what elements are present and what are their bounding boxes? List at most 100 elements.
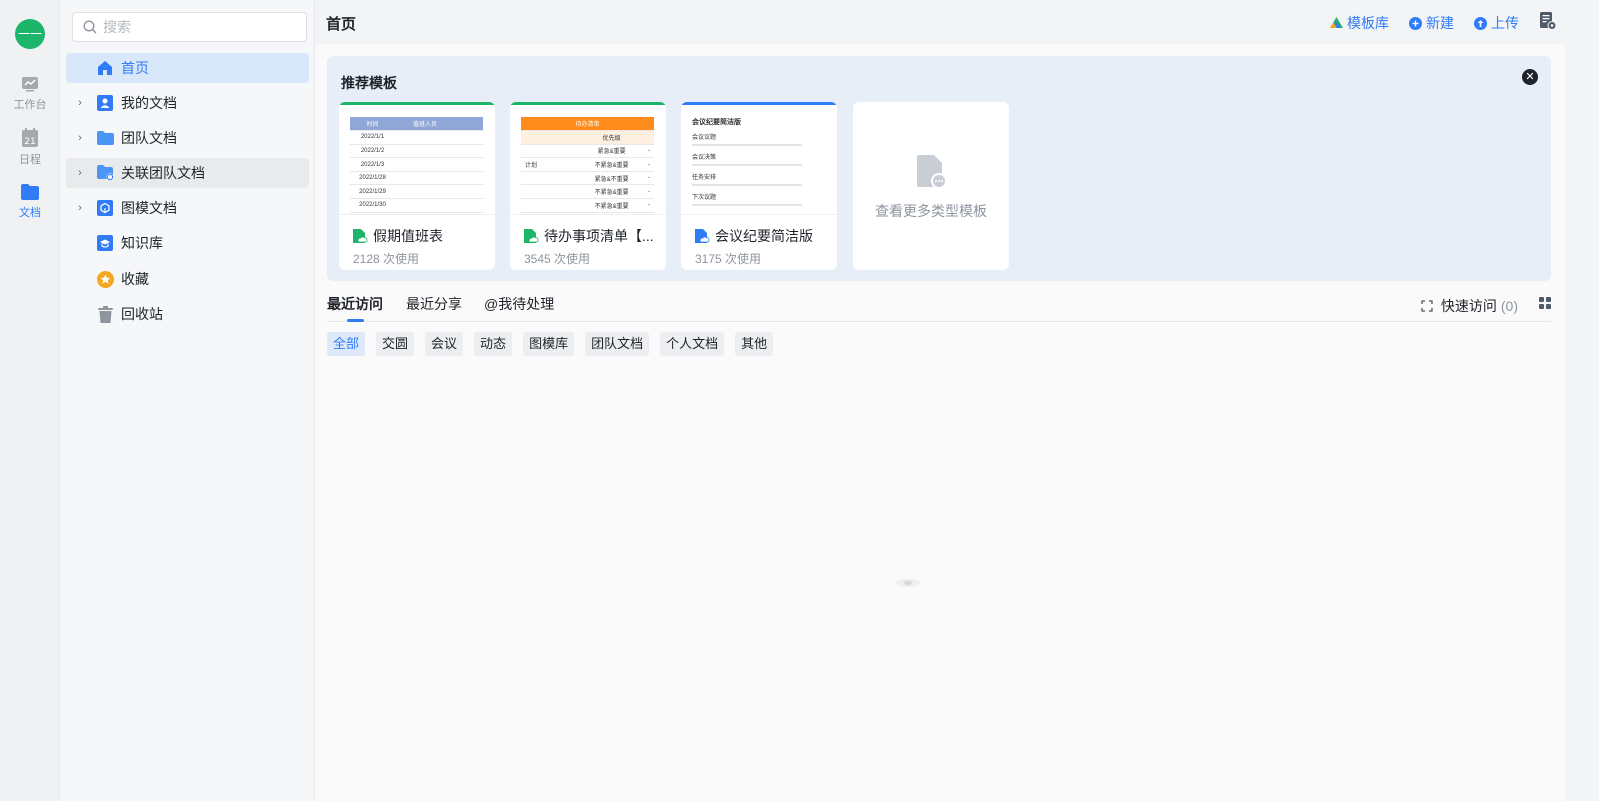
loading-spinner-icon (896, 579, 920, 587)
template-name: 会议纪要简洁版 (715, 228, 813, 244)
more-templates-card[interactable]: 查看更多类型模板 (853, 102, 1009, 270)
nav-item-favorites[interactable]: 收藏 (66, 264, 309, 294)
template-library-button[interactable]: 模板库 (1330, 13, 1389, 33)
nav-item-label: 关联团队文档 (121, 165, 205, 181)
quick-access-button[interactable]: 快速访问 (0) (1421, 296, 1518, 316)
recent-tabs: 最近访问 最近分享 @我待处理 快速访问 (0) (327, 294, 1551, 322)
rail-item-docs[interactable]: 文档 (0, 183, 60, 220)
filter-chip-model-lib[interactable]: 图模库 (523, 332, 575, 356)
workbench-icon (22, 77, 38, 92)
upload-button[interactable]: 上传 (1474, 13, 1519, 33)
search-box[interactable] (72, 12, 307, 42)
nav-item-label: 我的文档 (121, 95, 177, 111)
tab-recent-visits[interactable]: 最近访问 (327, 294, 383, 314)
filter-chip-meeting[interactable]: 会议 (425, 332, 464, 356)
folder-icon (21, 184, 39, 200)
expand-icon (1421, 300, 1433, 312)
quick-access-count: (0) (1500, 298, 1518, 314)
file-more-icon (917, 155, 947, 189)
template-preview: 会议纪要简洁版 会议议题 会议决策 任务安排 下次议题 (681, 105, 837, 215)
filter-chip-other[interactable]: 其他 (735, 332, 774, 356)
meeting-minutes-preview: 会议纪要简洁版 会议议题 会议决策 任务安排 下次议题 (692, 117, 828, 212)
star-icon (96, 270, 114, 288)
new-label: 新建 (1426, 15, 1454, 31)
upload-icon (1474, 16, 1487, 30)
avatar[interactable]: 一一 (15, 19, 45, 49)
left-rail: 一一 工作台 21 日程 文档 (0, 0, 60, 801)
new-button[interactable]: 新建 (1409, 13, 1454, 33)
calendar-day: 21 (24, 137, 35, 147)
filter-chip[interactable]: 交圆 (376, 332, 415, 356)
recommended-templates-panel: 推荐模板 ✕ 时间 值班人员 2022/1/1 2022/1/2 2022/1/… (327, 56, 1551, 281)
template-library-label: 模板库 (1347, 15, 1389, 31)
trash-icon (97, 305, 113, 323)
top-header: 首页 模板库 新建 上传 (315, 0, 1599, 44)
template-preview: 时间 值班人员 2022/1/1 2022/1/2 2022/1/3 2022/… (339, 105, 495, 215)
template-use-count: 2128 次使用 (353, 252, 420, 266)
nav-item-label: 知识库 (121, 235, 163, 251)
duty-roster-preview-table: 时间 值班人员 2022/1/1 2022/1/2 2022/1/3 2022/… (350, 117, 483, 213)
more-templates-label: 查看更多类型模板 (875, 203, 987, 219)
nav-item-team-docs[interactable]: › 团队文档 (66, 123, 309, 153)
home-icon (98, 61, 112, 75)
doc-nav-panel: 首页 › 我的文档 › 团队文档 › 关联团队文档 › 图模文档 知识库 收藏 … (60, 0, 315, 801)
template-use-count: 3175 次使用 (695, 252, 762, 266)
nav-item-home[interactable]: 首页 (66, 53, 309, 83)
upload-label: 上传 (1491, 15, 1519, 31)
nav-item-linked-team-docs[interactable]: › 关联团队文档 (66, 158, 309, 188)
page-title: 首页 (326, 16, 357, 33)
filter-chip-personal-docs[interactable]: 个人文档 (660, 332, 725, 356)
filter-chip-all[interactable]: 全部 (327, 332, 366, 356)
model-docs-icon (97, 200, 113, 216)
nav-item-label: 首页 (121, 60, 149, 76)
chevron-right-icon[interactable]: › (72, 202, 88, 214)
template-name: 假期值班表 (373, 228, 443, 244)
nav-item-trash[interactable]: 回收站 (66, 299, 309, 329)
chevron-right-icon[interactable]: › (72, 97, 88, 109)
plus-icon (1409, 16, 1422, 30)
filter-chips: 全部 交圆 会议 动态 图模库 团队文档 个人文档 其他 (327, 332, 784, 356)
chevron-right-icon[interactable]: › (72, 132, 88, 144)
nav-item-my-docs[interactable]: › 我的文档 (66, 88, 309, 118)
grid-view-icon[interactable] (1539, 297, 1551, 309)
quick-access-label: 快速访问 (1440, 298, 1497, 314)
rail-item-label: 文档 (19, 207, 41, 219)
recommended-templates-title: 推荐模板 (341, 75, 397, 91)
todo-preview-table: 待办清单 优先级 紧急&重要 - 计划 不紧急&重要 - 紧急&不重要 - 不紧急&重要… (521, 117, 654, 213)
close-icon[interactable]: ✕ (1522, 69, 1538, 85)
doc-settings-button[interactable] (1540, 12, 1560, 30)
nav-item-label: 团队文档 (121, 130, 177, 146)
folder-icon (96, 131, 114, 145)
sheet-cloud-icon (353, 229, 368, 243)
vertical-scrollbar[interactable] (1565, 44, 1599, 801)
tab-pending-mentions[interactable]: @我待处理 (484, 294, 554, 314)
chevron-right-icon[interactable]: › (72, 167, 88, 179)
filter-chip-team-docs[interactable]: 团队文档 (585, 332, 650, 356)
template-card-meeting-minutes[interactable]: 会议纪要简洁版 会议议题 会议决策 任务安排 下次议题 会议纪要简洁版 3175… (681, 102, 837, 270)
nav-item-label: 回收站 (121, 306, 163, 322)
template-card-todo-list[interactable]: 待办清单 优先级 紧急&重要 - 计划 不紧急&重要 - 紧急&不重要 - 不紧急&重要… (510, 102, 666, 270)
rail-item-label: 日程 (19, 154, 41, 166)
doc-cloud-icon (695, 229, 710, 243)
knowledge-icon (97, 235, 113, 251)
rail-item-workbench[interactable]: 工作台 (0, 75, 60, 112)
filter-chip-activity[interactable]: 动态 (474, 332, 513, 356)
sheet-cloud-icon (524, 229, 539, 243)
nav-item-label: 图模文档 (121, 200, 177, 216)
search-icon (83, 20, 97, 34)
rail-item-calendar[interactable]: 21 日程 (0, 128, 60, 167)
nav-item-label: 收藏 (121, 271, 149, 287)
linked-folder-icon (96, 165, 114, 181)
calendar-icon: 21 (22, 128, 38, 147)
template-preview: 待办清单 优先级 紧急&重要 - 计划 不紧急&重要 - 紧急&不重要 - 不紧急&重要… (510, 105, 666, 215)
search-input[interactable] (103, 19, 293, 35)
main-content: 推荐模板 ✕ 时间 值班人员 2022/1/1 2022/1/2 2022/1/… (315, 44, 1565, 801)
template-use-count: 3545 次使用 (524, 252, 591, 266)
tab-recent-shares[interactable]: 最近分享 (406, 294, 462, 314)
rail-item-label: 工作台 (13, 99, 47, 111)
template-library-icon (1330, 17, 1343, 28)
doc-settings-icon (1540, 12, 1556, 30)
template-card-duty-roster[interactable]: 时间 值班人员 2022/1/1 2022/1/2 2022/1/3 2022/… (339, 102, 495, 270)
nav-item-knowledge[interactable]: 知识库 (66, 228, 309, 258)
nav-item-model-docs[interactable]: › 图模文档 (66, 193, 309, 223)
